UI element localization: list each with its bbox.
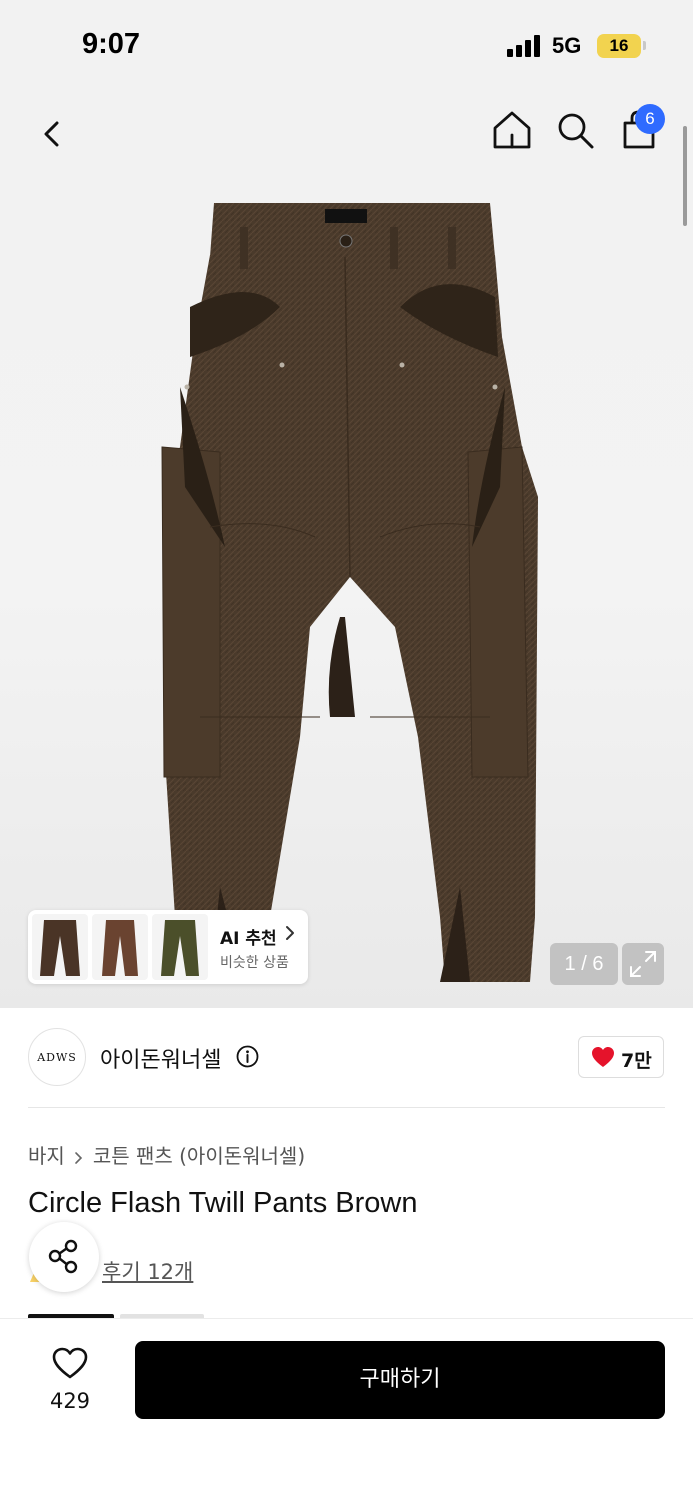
recommended-thumbnail[interactable] [152, 914, 208, 980]
cart-count-badge: 6 [635, 104, 665, 134]
home-icon [493, 111, 531, 149]
status-time: 9:07 [82, 28, 141, 60]
product-title: Circle Flash Twill Pants Brown [28, 1187, 418, 1219]
brand-like-count: 7만 [621, 1050, 652, 1072]
divider [28, 1107, 665, 1108]
scrollbar[interactable] [683, 126, 687, 226]
product-gallery[interactable]: 6 AI 추천 비슷한 상품 1 / 6 [0, 92, 693, 1008]
share-icon [48, 1239, 78, 1274]
ai-recommend-title: AI 추천 [220, 929, 277, 949]
wishlist-button[interactable]: 429 [30, 1343, 110, 1423]
ai-recommend-card[interactable]: AI 추천 비슷한 상품 [28, 910, 308, 984]
back-button[interactable] [30, 112, 74, 156]
brand-name[interactable]: 아이돈워너셀 [100, 1042, 221, 1074]
heart-filled-icon [592, 1047, 614, 1067]
battery-icon: 16 [597, 34, 641, 58]
chevron-right-icon [75, 1151, 82, 1164]
chevron-right-icon [286, 926, 294, 940]
pants-thumbnail-image [161, 920, 199, 976]
expand-image-button[interactable] [622, 943, 664, 985]
breadcrumb: 바지 코튼 팬츠 (아이돈워너셀) [28, 1140, 305, 1169]
pants-thumbnail-image [40, 920, 80, 976]
product-image [161, 203, 538, 982]
buy-button[interactable]: 구매하기 [135, 1341, 665, 1419]
recommended-thumbnail[interactable] [32, 914, 88, 980]
heart-outline-icon [52, 1347, 88, 1379]
network-type: 5G [552, 33, 582, 58]
ai-recommend-subtitle: 비슷한 상품 [220, 955, 289, 971]
expand-icon [630, 951, 656, 977]
signal-icon [507, 35, 543, 57]
info-icon[interactable] [236, 1045, 259, 1068]
recommended-thumbnail[interactable] [92, 914, 148, 980]
share-button[interactable] [29, 1222, 99, 1292]
breadcrumb-subcategory[interactable]: 코튼 팬츠 (아이돈워너셀) [93, 1144, 305, 1168]
bottom-action-bar: 429 구매하기 [0, 1318, 693, 1500]
chevron-left-icon [44, 121, 59, 147]
brand-logo[interactable]: ADWS [28, 1028, 86, 1086]
wishlist-count: 429 [49, 1389, 91, 1413]
search-button[interactable] [553, 108, 597, 152]
search-icon [558, 113, 594, 149]
pants-thumbnail-image [102, 920, 138, 976]
breadcrumb-category[interactable]: 바지 [28, 1144, 65, 1168]
brand-row: ADWS 아이돈워너셀 7만 [0, 1008, 693, 1108]
image-page-indicator: 1 / 6 [550, 943, 618, 985]
status-bar: 9:07 5G 16 [0, 0, 693, 92]
home-button[interactable] [490, 108, 534, 152]
brand-like-button[interactable]: 7만 [578, 1036, 664, 1078]
review-count-link[interactable]: 후기 12개 [102, 1256, 193, 1286]
battery-tip [643, 41, 646, 50]
